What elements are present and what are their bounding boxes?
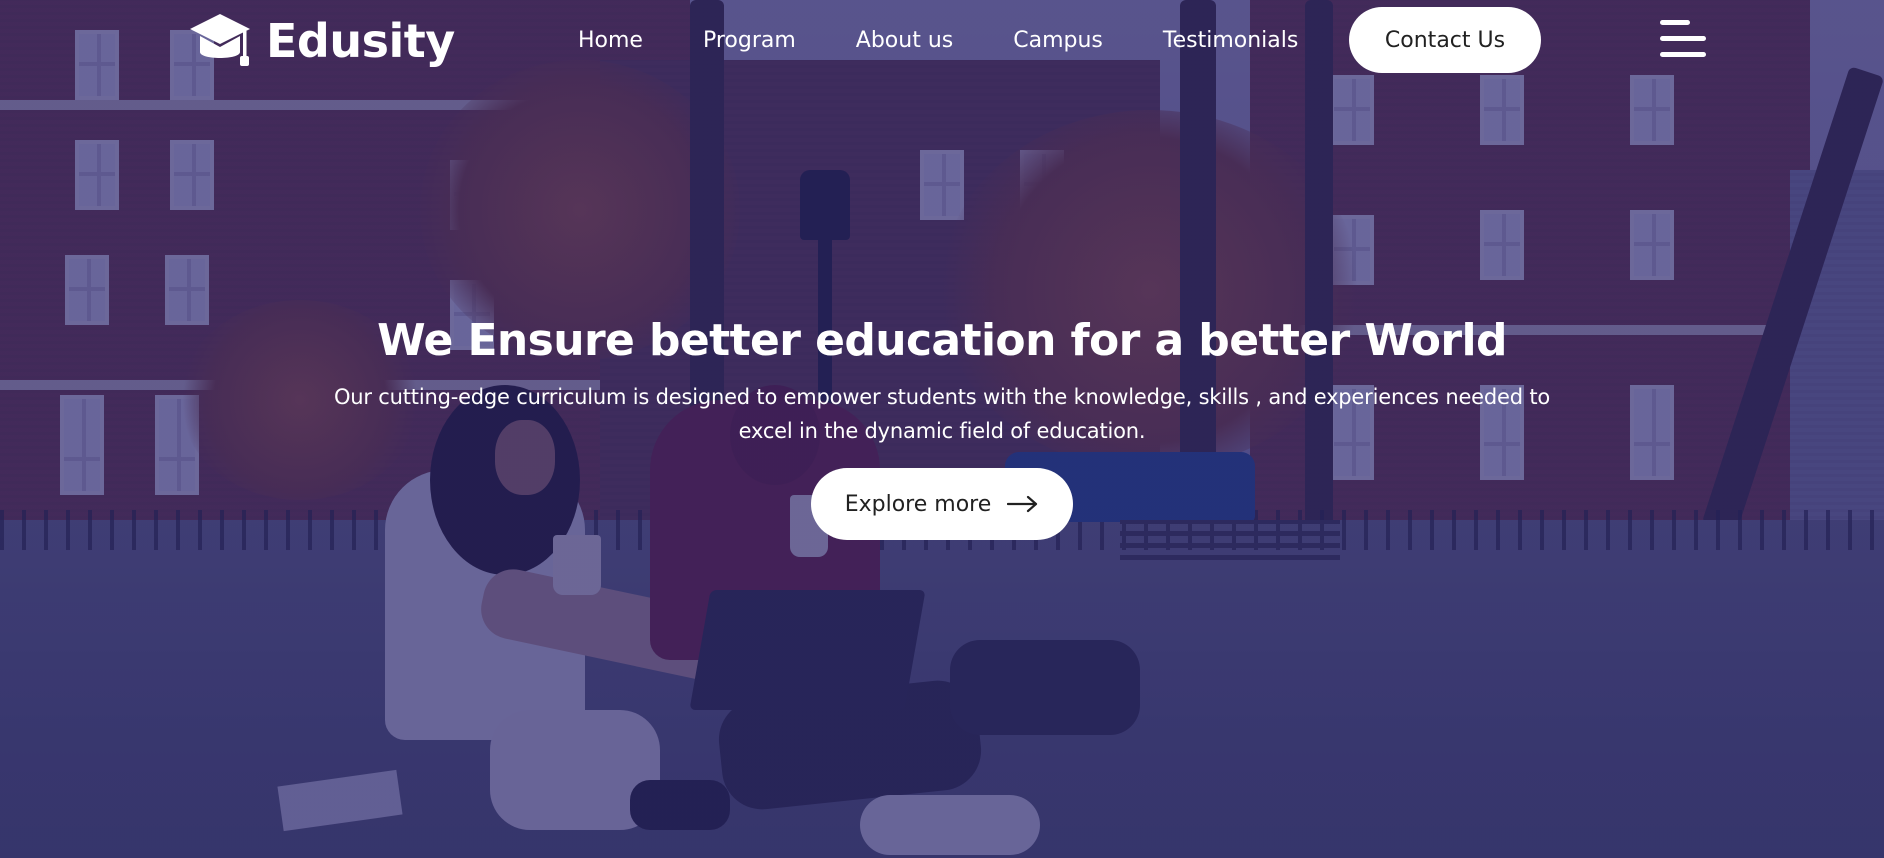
hero-title: We Ensure better education for a better … [377,315,1507,366]
brand-name: Edusity [266,14,455,68]
hero-subtitle: Our cutting-edge curriculum is designed … [333,385,1551,443]
nav-item-campus[interactable]: Campus [1013,22,1103,60]
nav-item-home[interactable]: Home [578,22,643,60]
arrow-right-icon [1007,495,1038,513]
nav-item-testimonials[interactable]: Testimonials [1163,22,1298,60]
nav-item-about-us[interactable]: About us [856,22,953,60]
contact-us-button[interactable]: Contact Us [1349,7,1541,73]
hero-content: We Ensure better education for a better … [0,310,1884,540]
hamburger-menu-icon[interactable] [1660,20,1706,58]
explore-more-label: Explore more [844,491,992,517]
nav-menu: Home Program About us Campus Testimonial… [578,22,1358,60]
graduation-cap-icon [190,14,250,66]
nav-item-program[interactable]: Program [703,22,796,60]
logo[interactable]: Edusity [188,10,455,72]
explore-more-button[interactable]: Explore more [811,468,1073,540]
navbar: Edusity Home Program About us Campus Tes… [0,0,1884,82]
